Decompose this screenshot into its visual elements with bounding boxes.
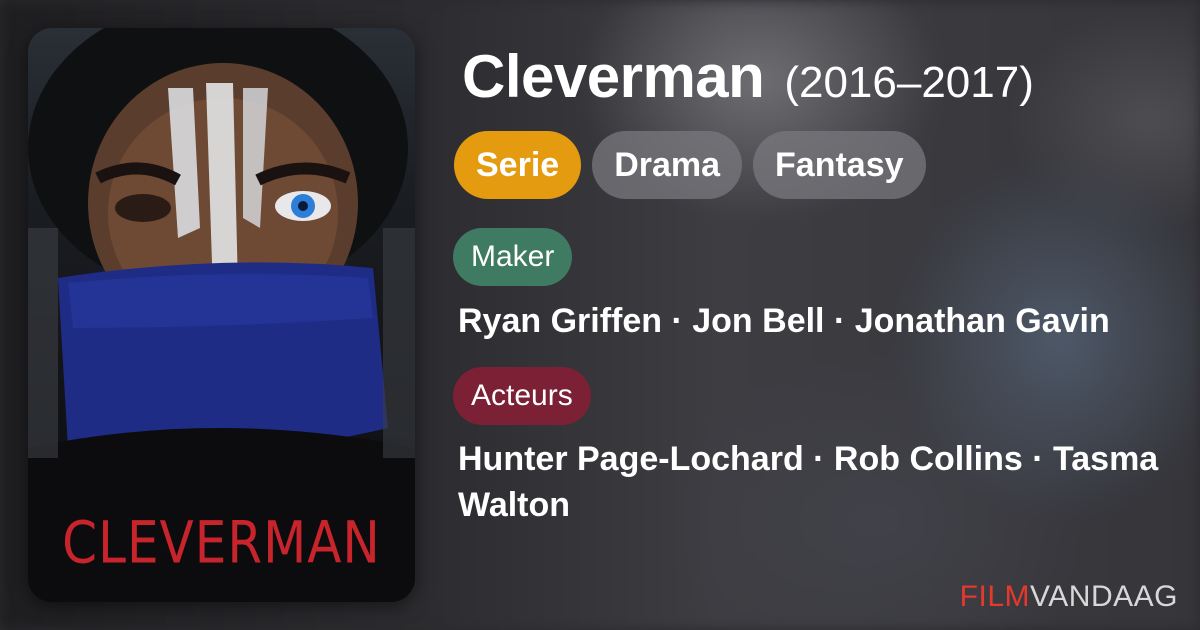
poster-image[interactable]: CLEVERMAN [28, 28, 415, 602]
genre-chips: Serie Drama Fantasy [454, 131, 926, 199]
show-years: (2016–2017) [784, 58, 1034, 107]
maker-names: Ryan Griffen · Jon Bell · Jonathan Gavin [458, 302, 1110, 340]
poster-title-text: CLEVERMAN [62, 509, 381, 577]
cast-names: Hunter Page-Lochard · Rob Collins · Tasm… [458, 440, 1159, 524]
brand-logo-part2: VANDAAG [1030, 580, 1178, 613]
brand-logo[interactable]: FILMVANDAAG [960, 580, 1178, 614]
brand-logo-part1: FILM [959, 580, 1031, 613]
chip-drama[interactable]: Drama [592, 131, 743, 199]
title-row: Cleverman (2016–2017) [462, 42, 1034, 111]
chip-fantasy[interactable]: Fantasy [753, 131, 926, 199]
maker-badge: Maker [453, 228, 573, 286]
chip-serie[interactable]: Serie [454, 131, 582, 199]
show-title[interactable]: Cleverman [462, 42, 765, 111]
cast-badge: Acteurs [453, 367, 591, 425]
